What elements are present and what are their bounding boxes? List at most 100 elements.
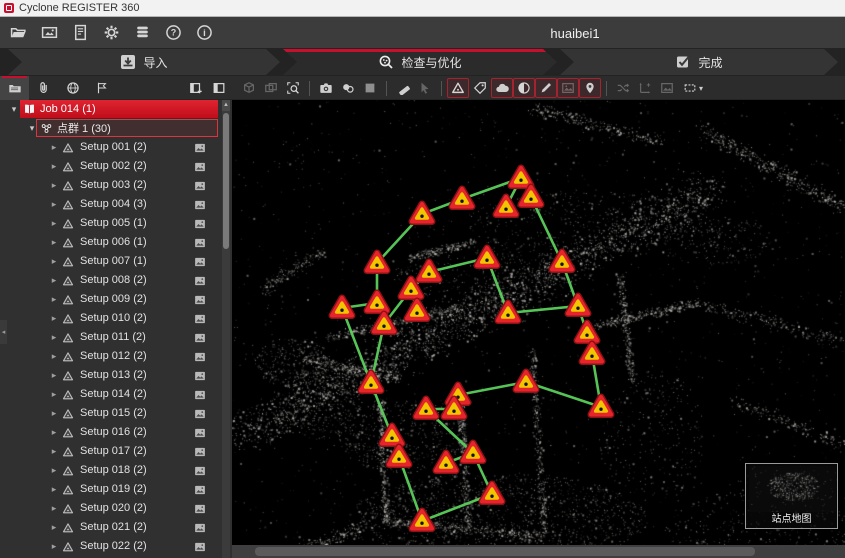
gps-pin-toggle-button[interactable]: [579, 78, 601, 98]
export-image-button[interactable]: [39, 22, 60, 43]
collapse-arrow-icon[interactable]: ▸: [48, 272, 60, 289]
report-button[interactable]: [70, 22, 91, 43]
tree-item-setup-020[interactable]: ▸ Setup 020 (2): [0, 499, 222, 518]
target-toggle-button[interactable]: [513, 78, 535, 98]
collapse-arrow-icon[interactable]: ▸: [48, 519, 60, 536]
setup-marker-3[interactable]: [496, 197, 516, 215]
setup-marker-20[interactable]: [516, 372, 536, 390]
collapse-arrow-icon[interactable]: ▸: [48, 481, 60, 498]
collapse-arrow-icon[interactable]: ▸: [48, 348, 60, 365]
setup-marker-15[interactable]: [568, 296, 588, 314]
setup-marker-23[interactable]: [416, 399, 436, 417]
tree-item-setup-008[interactable]: ▸ Setup 008 (2): [0, 271, 222, 290]
panel-button[interactable]: [209, 79, 228, 98]
tree-item-setup-010[interactable]: ▸ Setup 010 (2): [0, 309, 222, 328]
viewer-scrollbar-thumb[interactable]: [255, 547, 755, 556]
tree-item-setup-005[interactable]: ▸ Setup 005 (1): [0, 214, 222, 233]
image-toggle-button[interactable]: [557, 78, 579, 98]
web-map-tab[interactable]: [58, 76, 87, 100]
collapse-arrow-icon[interactable]: ▸: [48, 500, 60, 517]
collapse-arrow-icon[interactable]: ▸: [48, 158, 60, 175]
collapse-arrow-icon[interactable]: ▸: [48, 177, 60, 194]
add-panel-button[interactable]: [186, 79, 205, 98]
setup-marker-8[interactable]: [477, 248, 497, 266]
collapse-arrow-icon[interactable]: ▸: [48, 538, 60, 555]
pick-cursor-button[interactable]: [414, 78, 436, 98]
collapse-arrow-icon[interactable]: ▸: [48, 196, 60, 213]
tree-item-setup-015[interactable]: ▸ Setup 015 (2): [0, 404, 222, 423]
setup-marker-19[interactable]: [591, 397, 611, 415]
attachments-tab[interactable]: [29, 76, 58, 100]
tree-item-setup-002[interactable]: ▸ Setup 002 (2): [0, 157, 222, 176]
tree-item-setup-004[interactable]: ▸ Setup 004 (3): [0, 195, 222, 214]
setup-marker-30[interactable]: [412, 511, 432, 529]
tree-item-setup-013[interactable]: ▸ Setup 013 (2): [0, 366, 222, 385]
tree-scrollbar-thumb[interactable]: [223, 113, 229, 249]
pointcloud-viewport[interactable]: 站点地图: [232, 100, 845, 545]
open-folder-button[interactable]: [8, 22, 29, 43]
tree-item-cluster[interactable]: ▾ 点群 1 (30): [0, 119, 222, 138]
tree-item-setup-014[interactable]: ▸ Setup 014 (2): [0, 385, 222, 404]
cloud-toggle-button[interactable]: [491, 78, 513, 98]
database-button[interactable]: [132, 22, 153, 43]
setup-marker-29[interactable]: [482, 484, 502, 502]
collapse-arrow-icon[interactable]: ▸: [48, 424, 60, 441]
setup-marker-11[interactable]: [367, 293, 387, 311]
dropdown-caret-icon[interactable]: ▾: [699, 84, 703, 93]
collapse-arrow-icon[interactable]: ▸: [48, 253, 60, 270]
settings-gear-button[interactable]: [101, 22, 122, 43]
setup-marker-1[interactable]: [511, 168, 531, 186]
tree-item-setup-007[interactable]: ▸ Setup 007 (1): [0, 252, 222, 271]
collapse-arrow-icon[interactable]: ▸: [48, 386, 60, 403]
workflow-tab-1[interactable]: 导入: [8, 49, 280, 75]
info-button[interactable]: i: [194, 22, 215, 43]
tree-item-setup-006[interactable]: ▸ Setup 006 (1): [0, 233, 222, 252]
project-explorer-tab[interactable]: [0, 76, 29, 100]
collapse-arrow-icon[interactable]: ▸: [48, 443, 60, 460]
workflow-tab-2[interactable]: 检查与优化: [283, 49, 557, 75]
zoom-area-button[interactable]: [282, 78, 304, 98]
tree-item-setup-017[interactable]: ▸ Setup 017 (2): [0, 442, 222, 461]
collapse-arrow-icon[interactable]: ▸: [48, 139, 60, 156]
pan-button[interactable]: [260, 78, 282, 98]
pano-image-button[interactable]: [656, 78, 678, 98]
setup-marker-4[interactable]: [452, 189, 472, 207]
setup-marker-26[interactable]: [389, 447, 409, 465]
eraser-button[interactable]: [392, 78, 414, 98]
tree-item-setup-016[interactable]: ▸ Setup 016 (2): [0, 423, 222, 442]
collapse-arrow-icon[interactable]: ▸: [48, 310, 60, 327]
tree-item-setup-021[interactable]: ▸ Setup 021 (2): [0, 518, 222, 537]
setup-marker-2[interactable]: [521, 187, 541, 205]
square-tool-button[interactable]: [359, 78, 381, 98]
tag-toggle-button[interactable]: [469, 78, 491, 98]
setup-marker-7[interactable]: [419, 262, 439, 280]
collapse-arrow-icon[interactable]: ▸: [48, 462, 60, 479]
expand-arrow-icon[interactable]: ▾: [8, 101, 20, 118]
tree-item-setup-012[interactable]: ▸ Setup 012 (2): [0, 347, 222, 366]
collapse-arrow-icon[interactable]: ▸: [48, 367, 60, 384]
setup-marker-10[interactable]: [332, 298, 352, 316]
help-button[interactable]: ?: [163, 22, 184, 43]
setup-marker-5[interactable]: [412, 204, 432, 222]
tree-item-setup-003[interactable]: ▸ Setup 003 (2): [0, 176, 222, 195]
collapse-arrow-icon[interactable]: ▸: [48, 291, 60, 308]
collapse-arrow-icon[interactable]: ▸: [48, 329, 60, 346]
collapse-arrow-icon[interactable]: ▸: [48, 215, 60, 232]
links-button[interactable]: [612, 78, 634, 98]
select-rect-button[interactable]: ▾: [678, 78, 708, 98]
viewer-scrollbar[interactable]: [232, 545, 845, 558]
move-axes-button[interactable]: [634, 78, 656, 98]
tree-item-job[interactable]: ▾ Job 014 (1): [0, 100, 222, 119]
collapse-arrow-icon[interactable]: ▸: [48, 405, 60, 422]
setup-marker-25[interactable]: [382, 426, 402, 444]
setup-marker-27[interactable]: [436, 453, 456, 471]
setup-marker-16[interactable]: [552, 252, 572, 270]
tree-item-setup-022[interactable]: ▸ Setup 022 (2): [0, 537, 222, 556]
setup-marker-18[interactable]: [582, 344, 602, 362]
tree-item-setup-019[interactable]: ▸ Setup 019 (2): [0, 480, 222, 499]
tree-scrollbar[interactable]: ▲: [222, 100, 230, 558]
camera-button[interactable]: [315, 78, 337, 98]
collapse-arrow-icon[interactable]: ▸: [48, 234, 60, 251]
tree-item-setup-018[interactable]: ▸ Setup 018 (2): [0, 461, 222, 480]
scroll-up-arrow-icon[interactable]: ▲: [222, 100, 230, 111]
